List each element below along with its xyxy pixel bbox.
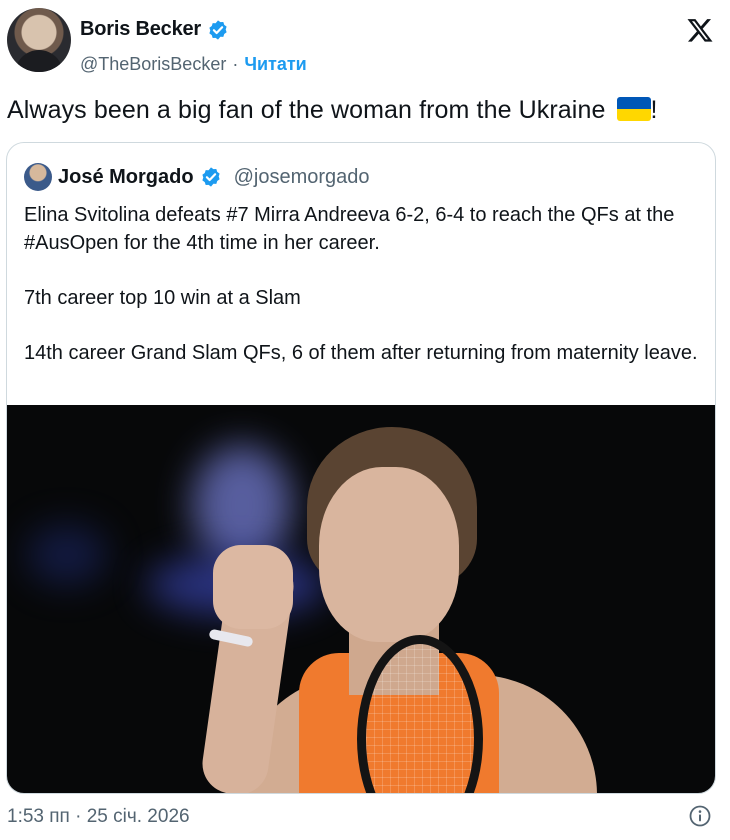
handle-separator: · (232, 54, 239, 74)
tweet-text: Always been a big fan of the woman from … (7, 94, 658, 126)
verified-badge-icon (209, 19, 227, 40)
tweet-text-end: ! (650, 96, 658, 124)
quoted-tweet-header: José Morgado @josemorgado (24, 163, 370, 191)
tweet-timestamp[interactable]: 1:53 пп · 25 січ. 2026 (7, 806, 190, 828)
quoted-paragraph: Elina Svitolina defeats #7 Mirra Andreev… (24, 204, 675, 254)
quoted-tweet-photo[interactable] (7, 405, 715, 793)
author-handle-row: @TheBorisBecker · Читати (80, 54, 307, 75)
author-avatar[interactable] (7, 8, 71, 72)
author-handle[interactable]: @TheBorisBecker (80, 54, 226, 75)
player-face (319, 467, 459, 642)
quoted-author-handle: @josemorgado (233, 165, 370, 188)
background-light (27, 525, 107, 585)
quoted-author-avatar (24, 163, 52, 191)
quoted-tweet-card[interactable]: José Morgado @josemorgado Elina Svitolin… (6, 142, 716, 794)
info-icon[interactable] (688, 804, 712, 828)
quoted-author-name: José Morgado (58, 165, 194, 188)
author-display-name[interactable]: Boris Becker (80, 18, 201, 41)
quoted-tweet-text: Elina Svitolina defeats #7 Mirra Andreev… (24, 201, 704, 394)
quoted-paragraph: 14th career Grand Slam QFs, 6 of them af… (24, 342, 698, 364)
x-logo-icon[interactable] (685, 16, 715, 46)
tweet-text-content: Always been a big fan of the woman from … (7, 96, 606, 124)
tweet-header: Boris Becker @TheBorisBecker · Читати (7, 8, 723, 76)
player-fist (213, 545, 293, 629)
ukraine-flag-icon (616, 97, 651, 121)
quoted-paragraph: 7th career top 10 win at a Slam (24, 287, 301, 309)
author-name-row: Boris Becker (80, 18, 229, 41)
follow-button[interactable]: Читати (244, 54, 306, 75)
verified-badge-icon (201, 167, 220, 187)
